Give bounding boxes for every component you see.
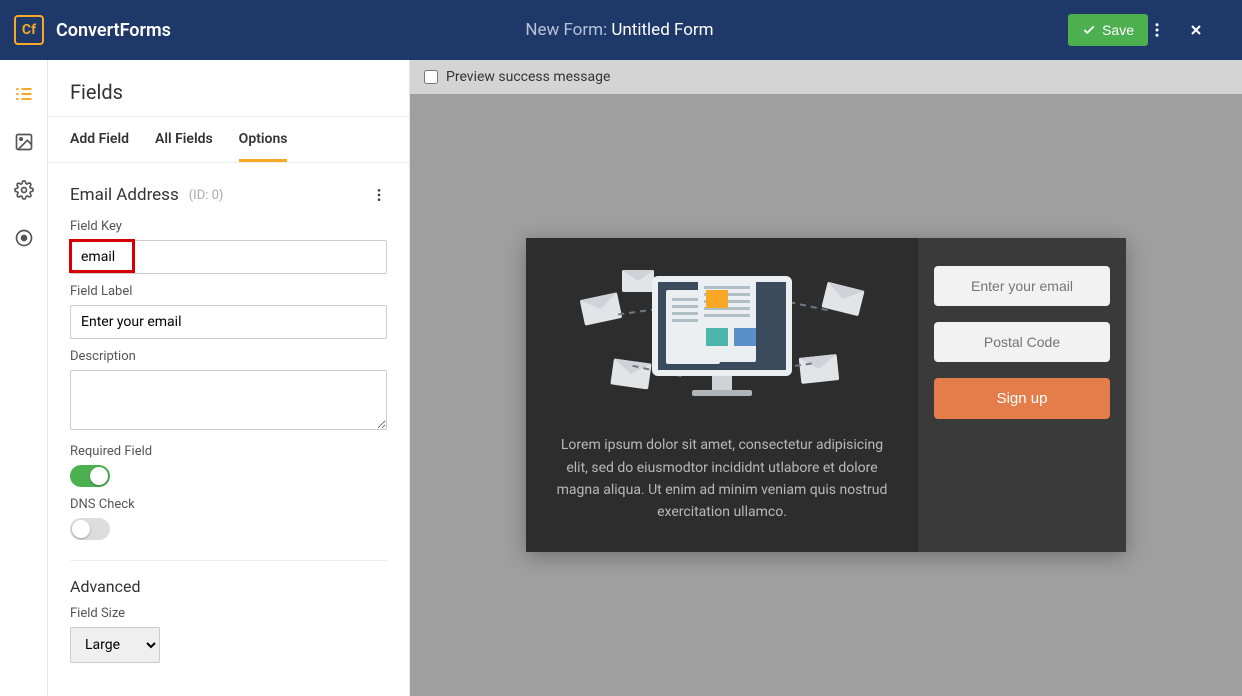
preview-postal-input[interactable] [934, 322, 1110, 362]
preview-bar: Preview success message [410, 60, 1242, 94]
input-field-label[interactable] [70, 305, 387, 339]
logo-icon: Cf [14, 15, 44, 45]
save-button[interactable]: Save [1068, 14, 1148, 46]
tab-options[interactable]: Options [239, 117, 288, 162]
label-required: Required Field [70, 444, 387, 459]
toggle-required[interactable] [70, 465, 110, 487]
field-id-badge: (ID: 0) [189, 188, 224, 203]
section-advanced: Advanced [48, 569, 409, 598]
monitor-icon [652, 276, 792, 396]
canvas: Preview success message [410, 60, 1242, 696]
field-type-title: Email Address [70, 185, 179, 205]
preview-signup-button[interactable]: Sign up [934, 378, 1110, 419]
check-icon [1082, 23, 1096, 37]
label-description: Description [70, 349, 387, 364]
envelope-icon [622, 270, 654, 292]
panel-tabs: Add Field All Fields Options [48, 117, 409, 163]
card-left: Lorem ipsum dolor sit amet, consectetur … [526, 238, 918, 552]
title-form-name[interactable]: Untitled Form [611, 20, 713, 40]
save-button-label: Save [1102, 22, 1134, 38]
rail-settings-icon[interactable] [14, 180, 34, 200]
label-dns: DNS Check [70, 497, 387, 512]
top-bar: Cf ConvertForms New Form: Untitled Form … [0, 0, 1242, 60]
tab-all-fields[interactable]: All Fields [155, 117, 213, 162]
envelope-icon [580, 293, 623, 326]
page-title: New Form: Untitled Form [171, 20, 1068, 40]
envelope-icon [821, 282, 864, 316]
envelope-icon [610, 359, 651, 390]
form-preview-card: Lorem ipsum dolor sit amet, consectetur … [526, 238, 1126, 552]
label-field-size: Field Size [70, 606, 387, 621]
rail-fields-icon[interactable] [14, 84, 34, 104]
tab-add-field[interactable]: Add Field [70, 117, 129, 162]
input-description[interactable] [70, 370, 387, 430]
card-body-text: Lorem ipsum dolor sit amet, consectetur … [550, 434, 894, 524]
preview-success-checkbox[interactable] [424, 70, 438, 84]
fields-panel: Fields Add Field All Fields Options Emai… [48, 60, 410, 696]
label-field-key: Field Key [70, 219, 387, 234]
toggle-dns[interactable] [70, 518, 110, 540]
rail-target-icon[interactable] [14, 228, 34, 248]
close-icon[interactable] [1188, 22, 1228, 38]
left-rail [0, 60, 48, 696]
rail-design-icon[interactable] [14, 132, 34, 152]
label-field-label: Field Label [70, 284, 387, 299]
select-field-size[interactable]: Large [70, 627, 160, 663]
kebab-menu-icon[interactable] [1148, 21, 1188, 39]
input-field-key[interactable] [70, 240, 387, 274]
preview-success-label: Preview success message [446, 69, 610, 85]
title-prefix: New Form: [525, 20, 607, 40]
divider [70, 560, 387, 561]
panel-title: Fields [48, 60, 409, 117]
field-kebab-icon[interactable] [371, 187, 387, 203]
envelope-icon [799, 354, 840, 384]
newsletter-illustration [572, 266, 872, 416]
brand-name: ConvertForms [56, 20, 171, 41]
preview-email-input[interactable] [934, 266, 1110, 306]
card-right: Sign up [918, 238, 1126, 552]
